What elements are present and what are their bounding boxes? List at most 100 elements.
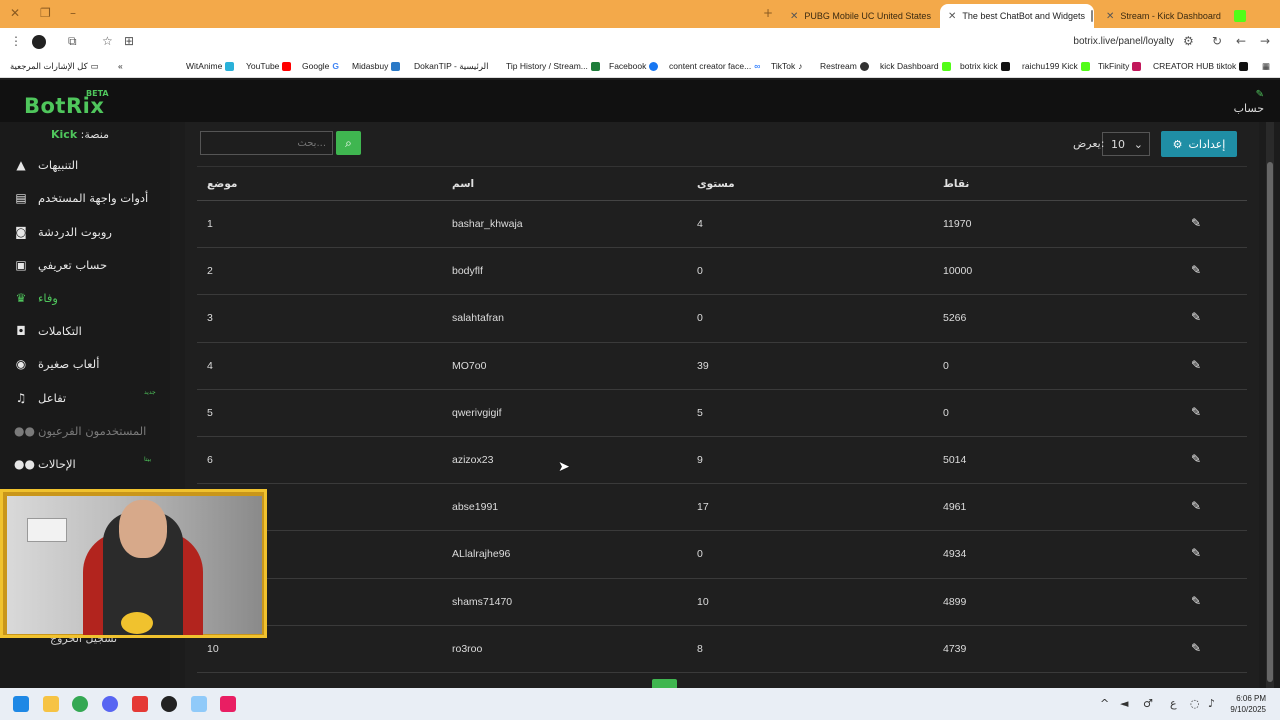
sidebar-item-minigames[interactable]: ألعاب صغيرة ◉ [0, 351, 170, 377]
tray-chevron-icon[interactable]: ^ [1100, 697, 1109, 710]
app-icon[interactable] [132, 696, 148, 712]
search-button[interactable]: ⌕ [336, 131, 361, 155]
tab-kick[interactable]: ✕ Stream - Kick Dashboard [1098, 4, 1254, 28]
bookmark-tip-history[interactable]: Tip History / Stream... [506, 61, 600, 71]
table-header: موضع اسم مستوى نقاط [197, 166, 1247, 201]
settings-label: إعدادات [1188, 137, 1226, 151]
bookmark-kick-dashboard[interactable]: kick Dashboard [880, 61, 951, 71]
bookmark-witanime[interactable]: WitAnime [186, 61, 235, 71]
sidebar-item-label: تفاعل [38, 391, 67, 405]
tip-icon [590, 61, 600, 71]
sidebar-item-profile[interactable]: حساب تعريفي ▣ [0, 252, 170, 278]
minimize-window-icon[interactable]: – [70, 6, 76, 20]
sidebar-item-chatbot[interactable]: روبوت الدردشة ◙ [0, 219, 170, 245]
file-explorer-icon[interactable] [43, 696, 59, 712]
bookmark-all[interactable]: كل الإشارات المرجعية ▭ [10, 61, 99, 72]
close-tab-icon[interactable]: ✕ [948, 11, 956, 22]
reload-icon[interactable]: ↻ [1212, 34, 1222, 48]
tab-pubg[interactable]: ✕ PUBG Mobile UC United States [782, 4, 932, 28]
close-window-icon[interactable]: ✕ [10, 6, 20, 20]
obs-icon[interactable] [161, 696, 177, 712]
edit-pencil-icon[interactable]: ✎ [1191, 216, 1201, 230]
network-icon[interactable]: ◌ [1190, 697, 1200, 710]
edit-pencil-icon[interactable]: ✎ [1191, 358, 1201, 372]
page-scrollbar[interactable] [1266, 122, 1274, 688]
bookmarks-overflow-icon[interactable]: « [118, 61, 123, 71]
sidebar-item-loyalty[interactable]: وفاء ♛ [0, 285, 170, 311]
volume-icon[interactable]: ◄ [1120, 697, 1128, 710]
microphone-icon[interactable]: ♂ [1143, 697, 1153, 710]
botrix-icon [1000, 61, 1010, 71]
site-settings-icon[interactable]: ⚙ [1183, 34, 1194, 48]
edit-pencil-icon[interactable]: ✎ [1191, 405, 1201, 419]
menu-dots-icon[interactable]: ⋮ [10, 34, 22, 48]
bookmarks-folder-icon[interactable]: ▦ [1262, 61, 1270, 72]
cell-name: azizox23 [452, 453, 494, 466]
forward-arrow-icon[interactable]: → [1260, 34, 1270, 48]
close-tab-icon[interactable]: ✕ [790, 11, 798, 22]
bookmark-tiktok[interactable]: TikTok ♪ [771, 61, 803, 71]
extensions-icon[interactable]: ⧉ [68, 34, 77, 49]
scrollbar-thumb[interactable] [1267, 162, 1273, 682]
profile-avatar-icon[interactable] [32, 35, 46, 49]
language-indicator[interactable]: ع [1170, 697, 1177, 710]
bookmark-facebook[interactable]: Facebook [609, 61, 659, 71]
pagination-active-page[interactable] [652, 679, 677, 688]
settings-button[interactable]: ⚙ إعدادات [1161, 131, 1237, 157]
bookmark-restream[interactable]: Restream [820, 61, 869, 71]
sidebar-item-referrals[interactable]: الإحالات ●● [0, 451, 170, 477]
column-header-rank: موضع [207, 178, 238, 190]
speaker-icon[interactable]: ♪ [1208, 697, 1215, 710]
new-tab-icon[interactable]: + [763, 6, 773, 20]
table-row: 10 ro3roo 8 4739 ✎ [197, 626, 1247, 673]
sidebar-item-interaction[interactable]: تفاعل ♫ [0, 385, 170, 411]
edit-pencil-icon[interactable]: ✎ [1191, 499, 1201, 513]
close-tab-icon[interactable]: ✕ [1106, 11, 1114, 22]
restore-window-icon[interactable]: ❐ [40, 6, 51, 20]
gamepad-icon: ◉ [15, 357, 27, 371]
snipping-icon[interactable] [191, 696, 207, 712]
chrome-icon[interactable] [72, 696, 88, 712]
account-menu[interactable]: ✎ حساب [1234, 88, 1264, 116]
bookmark-creator-hub[interactable]: CREATOR HUB tiktok [1153, 61, 1249, 71]
tab-botrix[interactable]: ✕ The best ChatBot and Widgets [940, 4, 1094, 28]
edit-pencil-icon[interactable]: ✎ [1191, 310, 1201, 324]
discord-icon[interactable] [102, 696, 118, 712]
browser-tab-strip: ✕ ❐ – + ✕ PUBG Mobile UC United States ✕… [0, 0, 1280, 28]
edit-pencil-icon[interactable]: ✎ [1191, 641, 1201, 655]
sidebar-item-alerts[interactable]: التنبيهات ▲ [0, 152, 170, 178]
start-icon[interactable] [13, 696, 29, 712]
warning-icon: ▲ [16, 158, 26, 172]
system-clock[interactable]: 6:06 PM 9/10/2025 [1230, 693, 1266, 715]
bookmark-label: Tip History / Stream... [506, 61, 588, 71]
leaderboard-table: موضع اسم مستوى نقاط 1 bashar_khwaja 4 11970… [197, 166, 1247, 673]
sidebar-item-integrations[interactable]: التكاملات ◘ [0, 318, 170, 344]
bookmark-google[interactable]: Google G [302, 61, 339, 71]
table-row: 5 qwerivgigif 5 0 ✎ [197, 390, 1247, 437]
cell-level: 39 [697, 359, 709, 372]
back-arrow-icon[interactable]: ← [1236, 34, 1246, 48]
bookmark-midasbuy[interactable]: Midasbuy [352, 61, 401, 71]
bookmark-content-creator[interactable]: content creator face... ∞ [669, 61, 760, 71]
edit-pencil-icon[interactable]: ✎ [1191, 594, 1201, 608]
bookmark-label: Restream [820, 61, 857, 71]
url-field[interactable]: botrix.live/panel/loyalty [94, 33, 1202, 51]
bookmark-label: Google [302, 61, 330, 71]
edit-pencil-icon[interactable]: ✎ [1191, 452, 1201, 466]
edit-pencil-icon[interactable]: ✎ [1191, 546, 1201, 560]
tiktok-app-icon[interactable] [220, 696, 236, 712]
search-input[interactable] [200, 131, 333, 155]
table-row: 4 MO7o0 39 0 ✎ [197, 343, 1247, 390]
sidebar-item-widgets[interactable]: أدوات واجهة المستخدم ▤ [0, 185, 170, 211]
sidebar-item-label: روبوت الدردشة [38, 225, 112, 239]
edit-pencil-icon[interactable]: ✎ [1191, 263, 1201, 277]
per-page-select[interactable]: 10 ⌄ [1102, 132, 1150, 156]
bookmark-raichu[interactable]: raichu199 Kick [1022, 61, 1090, 71]
bookmark-youtube[interactable]: YouTube [246, 61, 292, 71]
bookmark-tikfinity[interactable]: TikFinity [1098, 61, 1142, 71]
bookmark-botrix-kick[interactable]: botrix kick [960, 61, 1010, 71]
sidebar-item-subusers[interactable]: المستخدمون الفرعيون ●● [0, 418, 170, 444]
cell-name: qwerivgigif [452, 406, 502, 419]
bookmark-dokantip[interactable]: DokanTIP - الرئيسية [414, 61, 488, 72]
bookmark-label: كل الإشارات المرجعية [10, 61, 88, 71]
